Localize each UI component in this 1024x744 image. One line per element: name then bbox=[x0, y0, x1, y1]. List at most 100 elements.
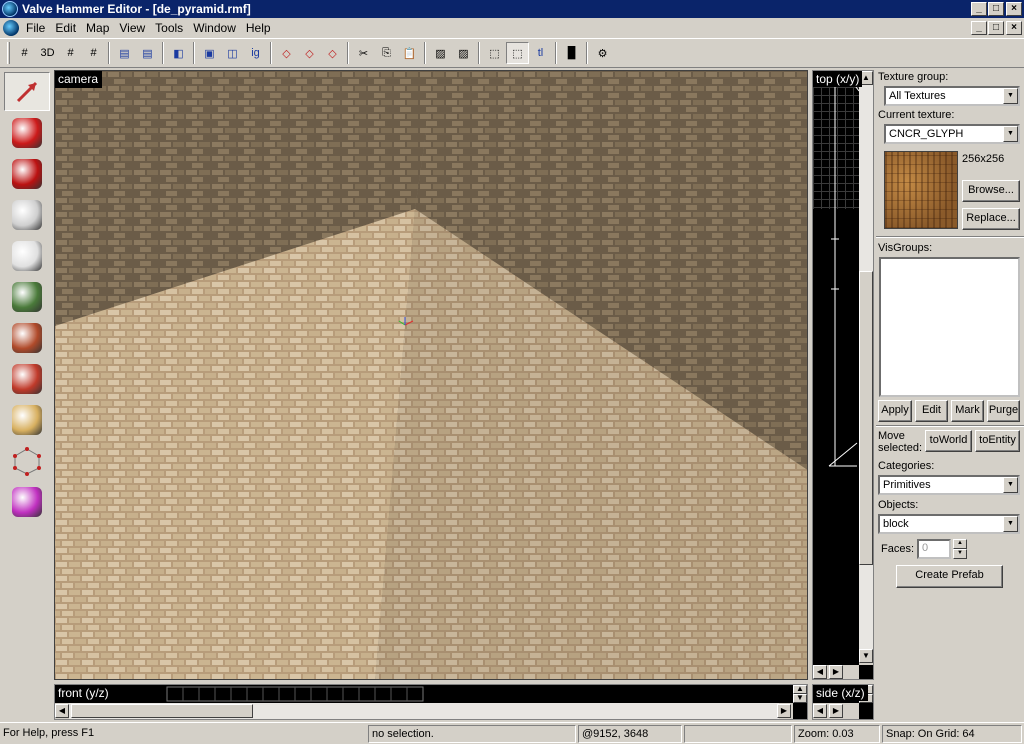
magnify-tool[interactable] bbox=[4, 113, 50, 152]
objects-label: Objects: bbox=[878, 499, 919, 511]
front-view[interactable]: front (y/z) ▲ ▼ ◀ ▶ bbox=[54, 684, 808, 720]
scroll-down-arrow-icon[interactable]: ▼ bbox=[859, 649, 873, 663]
close-button[interactable]: × bbox=[1006, 2, 1022, 16]
transform-button[interactable]: ⚙ bbox=[591, 42, 614, 64]
dropdown-arrow-icon[interactable]: ▼ bbox=[1003, 477, 1018, 493]
objects-select[interactable]: block ▼ bbox=[878, 514, 1020, 534]
texture-lock-button[interactable]: ▤ bbox=[113, 42, 136, 64]
toolbar-separator bbox=[586, 42, 588, 64]
replace-button[interactable]: Replace... bbox=[962, 208, 1020, 230]
block-icon bbox=[12, 240, 42, 271]
larger-grid-button[interactable]: # bbox=[82, 42, 105, 64]
scroll-right-arrow-icon[interactable]: ▶ bbox=[829, 665, 843, 679]
3d-grid-button[interactable]: 3D bbox=[36, 42, 59, 64]
top-view-scroll-thumb[interactable] bbox=[859, 271, 873, 565]
faces-input[interactable]: 0 bbox=[917, 539, 951, 559]
toggle-helpers-button[interactable]: ▨ bbox=[452, 42, 475, 64]
dropdown-arrow-icon[interactable]: ▼ bbox=[1003, 126, 1018, 142]
stepper-down-icon[interactable]: ▼ bbox=[953, 549, 967, 559]
menu-view[interactable]: View bbox=[115, 19, 151, 37]
top-view-hscrollbar[interactable]: ◀ ▶ bbox=[813, 665, 859, 679]
smaller-grid-button[interactable]: # bbox=[59, 42, 82, 64]
texture-group-select[interactable]: All Textures ▼ bbox=[884, 86, 1020, 106]
menu-map[interactable]: Map bbox=[82, 19, 115, 37]
selection-tool[interactable] bbox=[4, 72, 50, 111]
dropdown-arrow-icon[interactable]: ▼ bbox=[1003, 516, 1018, 532]
run-map-button[interactable]: ▐▌ bbox=[560, 42, 583, 64]
hide-unselected-button[interactable]: ◇ bbox=[321, 42, 344, 64]
texture-application-tool[interactable] bbox=[4, 277, 50, 316]
front-scroll-left-icon[interactable]: ◀ bbox=[55, 704, 69, 718]
show-selection-button[interactable]: ◇ bbox=[298, 42, 321, 64]
menu-edit[interactable]: Edit bbox=[51, 19, 82, 37]
carve-button[interactable]: ◧ bbox=[167, 42, 190, 64]
grid-toggle-button[interactable]: # bbox=[13, 42, 36, 64]
decal-tool[interactable] bbox=[4, 359, 50, 398]
ignore-groups-icon: ig bbox=[251, 47, 260, 59]
top-view-vscrollbar[interactable]: ▲ ▼ bbox=[859, 71, 873, 665]
camera-view[interactable]: camera bbox=[54, 70, 808, 680]
menu-window[interactable]: Window bbox=[189, 19, 242, 37]
faces-stepper[interactable]: ▲ ▼ bbox=[953, 539, 967, 559]
scroll-left-arrow-icon[interactable]: ◀ bbox=[813, 665, 827, 679]
path-tool[interactable] bbox=[4, 482, 50, 521]
top-view[interactable]: top (x/y) ▲ ▼ ◀ ▶ bbox=[812, 70, 874, 680]
to-world-button[interactable]: toWorld bbox=[925, 430, 972, 452]
toolbar-separator bbox=[424, 42, 426, 64]
vertex-manipulation-tool[interactable] bbox=[4, 441, 50, 480]
stepper-up-icon[interactable]: ▲ bbox=[953, 539, 967, 549]
camera-scene bbox=[55, 71, 807, 679]
current-texture-select[interactable]: CNCR_GLYPH ▼ bbox=[884, 124, 1020, 144]
side-view[interactable]: side (x/z) ▲ ▼ ◀ ▶ bbox=[812, 684, 874, 720]
ignore-groups-button[interactable]: ig bbox=[244, 42, 267, 64]
paste-button[interactable]: 📋 bbox=[398, 42, 421, 64]
menu-file[interactable]: File bbox=[22, 19, 51, 37]
hide-selection-button[interactable]: ◇ bbox=[275, 42, 298, 64]
copy-icon: ⎘ bbox=[382, 46, 391, 59]
status-snap: Snap: On Grid: 64 bbox=[882, 725, 1022, 743]
ungroup-button[interactable]: ◫ bbox=[221, 42, 244, 64]
doc-close-button[interactable]: × bbox=[1006, 21, 1022, 35]
menu-help[interactable]: Help bbox=[242, 19, 277, 37]
minimize-button[interactable]: _ bbox=[971, 2, 987, 16]
browse-button[interactable]: Browse... bbox=[962, 180, 1020, 202]
cut-button[interactable]: ✂ bbox=[352, 42, 375, 64]
toolbar-separator bbox=[555, 42, 557, 64]
visgroup-apply-button[interactable]: Apply bbox=[878, 400, 912, 422]
front-view-vscrollbar[interactable]: ▲ ▼ bbox=[793, 685, 807, 703]
doc-minimize-button[interactable]: _ bbox=[971, 21, 987, 35]
block-tool[interactable] bbox=[4, 236, 50, 275]
to-entity-button[interactable]: toEntity bbox=[975, 430, 1020, 452]
camera-tool[interactable] bbox=[4, 154, 50, 193]
transform-icon: ⚙ bbox=[597, 47, 608, 60]
doc-restore-button[interactable]: □ bbox=[988, 21, 1004, 35]
front-view-label: front (y/z) bbox=[55, 685, 112, 701]
app-icon[interactable] bbox=[2, 1, 18, 17]
visgroup-mark-button[interactable]: Mark bbox=[951, 400, 984, 422]
categories-select[interactable]: Primitives ▼ bbox=[878, 475, 1020, 495]
visgroups-list[interactable] bbox=[879, 257, 1020, 397]
texture-label-icon: tl bbox=[537, 47, 544, 59]
entity-tool[interactable] bbox=[4, 195, 50, 234]
toolbar-grip[interactable] bbox=[7, 42, 10, 64]
document-icon[interactable] bbox=[3, 20, 19, 36]
visgroup-edit-button[interactable]: Edit bbox=[915, 400, 948, 422]
texture-label-button[interactable]: tl bbox=[529, 42, 552, 64]
copy-button[interactable]: ⎘ bbox=[375, 42, 398, 64]
dropdown-arrow-icon[interactable]: ▼ bbox=[1003, 88, 1018, 104]
visgroup-purge-button[interactable]: Purge bbox=[987, 400, 1020, 422]
front-view-scroll-thumb[interactable] bbox=[71, 704, 253, 718]
toggle-texlock-button[interactable]: ▨ bbox=[429, 42, 452, 64]
front-view-hscrollbar[interactable]: ◀ ▶ bbox=[55, 703, 793, 719]
group-button[interactable]: ▣ bbox=[198, 42, 221, 64]
autosize-button[interactable]: ⬚ bbox=[483, 42, 506, 64]
create-prefab-button[interactable]: Create Prefab bbox=[896, 565, 1003, 588]
apply-current-texture-tool[interactable] bbox=[4, 318, 50, 357]
toolbar-separator bbox=[478, 42, 480, 64]
front-scroll-right-icon[interactable]: ▶ bbox=[777, 704, 791, 718]
select-handles-button[interactable]: ⬚ bbox=[506, 42, 529, 64]
clipping-tool[interactable] bbox=[4, 400, 50, 439]
menu-tools[interactable]: Tools bbox=[151, 19, 189, 37]
maximize-button[interactable]: □ bbox=[988, 2, 1004, 16]
texture-scale-lock-button[interactable]: ▤ bbox=[136, 42, 159, 64]
